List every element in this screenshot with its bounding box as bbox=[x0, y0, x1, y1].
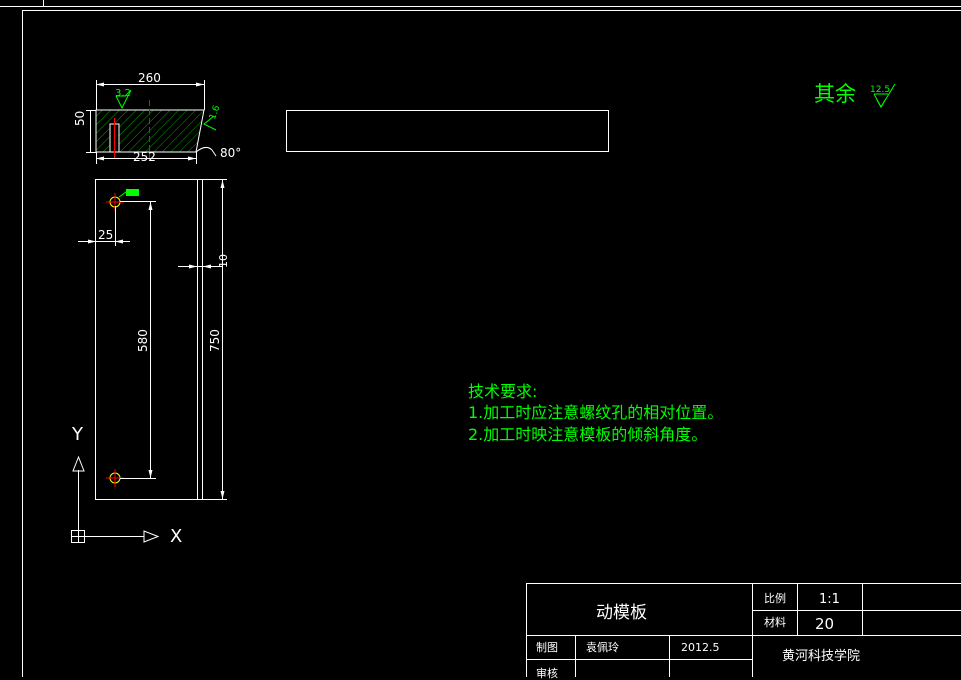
dim-260-label: 260 bbox=[138, 71, 161, 85]
ucs-x-arrow bbox=[143, 530, 160, 543]
notes-item-2: 2.加工时映注意模板的倾斜角度。 bbox=[468, 425, 708, 444]
ucs-y-label: Y bbox=[72, 424, 83, 445]
dim-750-arrow-top bbox=[220, 180, 225, 188]
angle-80-leader bbox=[211, 149, 217, 157]
dim-252-arrow-right bbox=[188, 156, 196, 161]
part-name: 动模板 bbox=[596, 603, 647, 623]
dim-252-label: 252 bbox=[133, 150, 156, 164]
material-label: 材料 bbox=[764, 616, 786, 629]
review-label: 审核 bbox=[536, 667, 558, 680]
drawn-name: 袁佩玲 bbox=[586, 641, 619, 654]
ucs-y-arrow bbox=[72, 455, 85, 472]
angle-80-arc bbox=[195, 146, 213, 153]
hole-top-marker bbox=[126, 189, 139, 196]
angle-80-label: 80° bbox=[220, 146, 242, 160]
drawn-date: 2012.5 bbox=[681, 641, 720, 654]
empty-frame[interactable] bbox=[286, 110, 609, 152]
hole-top-leader bbox=[118, 191, 127, 198]
dim-10-label: 10 bbox=[217, 254, 230, 268]
ucs-x-label: X bbox=[170, 526, 183, 547]
dim-580-arrow-top bbox=[148, 202, 153, 210]
dim-50-label: 50 bbox=[73, 110, 87, 126]
roughness-rest-label: 其余 bbox=[814, 82, 856, 106]
dim-260-arrow-right bbox=[196, 82, 204, 87]
dim-25-arrow-right bbox=[115, 239, 123, 244]
dim-580-label: 580 bbox=[136, 329, 150, 352]
roughness-rest-value: 12.5 bbox=[870, 85, 891, 95]
dim-25-arrow-left bbox=[88, 239, 96, 244]
scale-label: 比例 bbox=[764, 592, 786, 605]
dim-580-arrow-bottom bbox=[148, 470, 153, 478]
dim-10-arrow-left bbox=[189, 264, 197, 269]
material-value: 20 bbox=[815, 615, 835, 633]
scale-value: 1:1 bbox=[819, 592, 840, 607]
dim-750-label: 750 bbox=[208, 329, 222, 352]
dim-10-arrow-right bbox=[203, 264, 211, 269]
notes-title: 技术要求: bbox=[468, 382, 538, 401]
dim-260-arrow-left bbox=[96, 82, 104, 87]
roughness-3-2-label: 3.2 bbox=[115, 88, 131, 99]
dim-252-arrow-left bbox=[96, 156, 104, 161]
title-block[interactable] bbox=[526, 583, 961, 677]
dim-25-label: 25 bbox=[98, 228, 114, 242]
school-name: 黄河科技学院 bbox=[782, 649, 861, 664]
notes-item-1: 1.加工时应注意螺纹孔的相对位置。 bbox=[468, 403, 724, 422]
dim-750-arrow-bottom bbox=[220, 491, 225, 499]
drawn-label: 制图 bbox=[536, 641, 558, 654]
